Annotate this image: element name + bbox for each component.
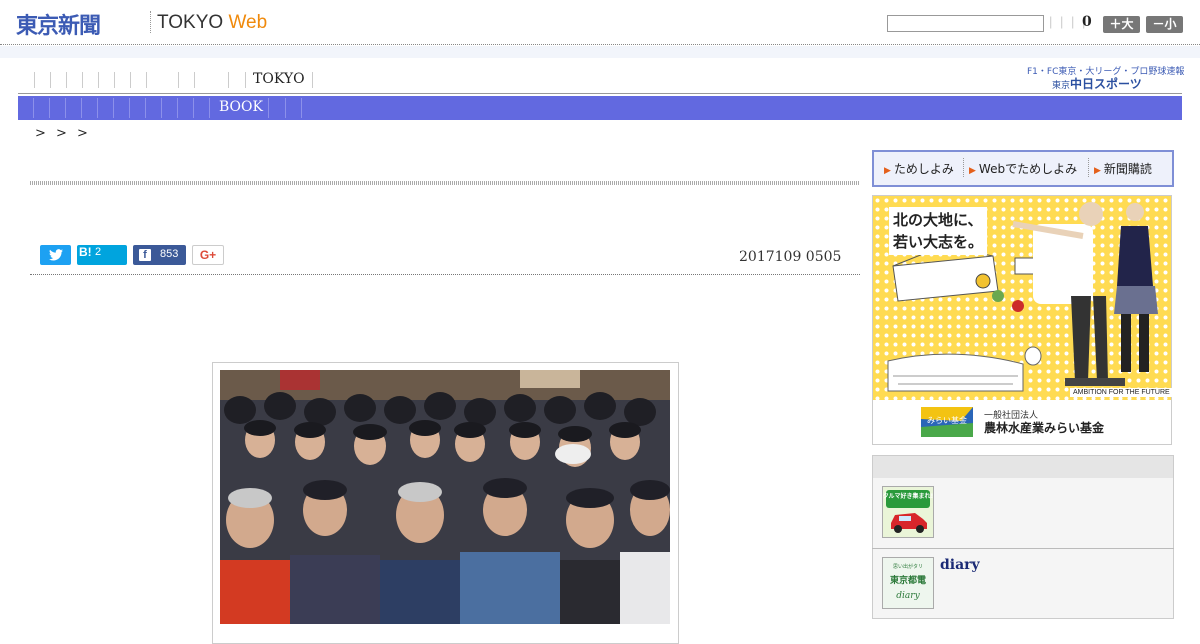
car-blog-thumbnail[interactable]: クルマ好き集まれ! [882,486,934,538]
nav-secondary-item[interactable] [113,98,114,118]
twitter-share-button[interactable] [40,245,71,265]
diary-link[interactable]: diary [940,557,980,573]
facebook-count: 853 [160,248,179,260]
logo-divider [150,11,151,33]
hatena-bookmark-button[interactable]: B! 2 [77,245,127,265]
ad-tagline: AMBITION FOR THE FUTURE [1070,388,1173,397]
nav-primary-item[interactable] [178,72,179,88]
diary-icon: 思い出がタリ 東京都電 diary [883,558,933,608]
font-size-decrease-button[interactable]: －小 [1146,16,1183,33]
mirai-fund-badge-text: みらい基金 [927,415,967,425]
nav-primary-item[interactable] [312,72,313,88]
triangle-right-icon: ▶ [969,166,976,176]
nav-secondary-item[interactable] [193,98,194,118]
triangle-right-icon: ▶ [884,166,891,176]
diary-thumb-bottom: diary [896,591,920,601]
car-thumb-text: クルマ好き集まれ! [883,492,933,500]
nav-secondary-item[interactable] [97,98,98,118]
facebook-share-button[interactable]: f 853 [133,245,186,265]
diary-thumb-top: 思い出がタリ [893,563,923,570]
logo-web-text: Web [228,12,268,33]
nav-primary-item[interactable] [228,72,229,88]
nav-secondary-item[interactable] [129,98,130,118]
header-band [0,46,1200,58]
nav-secondary-item[interactable] [209,98,210,118]
trial-divider [1088,158,1089,177]
nav-secondary-item[interactable] [65,98,66,118]
nav-secondary-item[interactable] [81,98,82,118]
ad-headline-line1: 北の大地に、 [893,211,983,229]
nav-primary-item[interactable] [245,72,246,88]
font-size-increase-button[interactable]: ＋大 [1103,16,1140,33]
chunichi-sports-logo[interactable]: 東京中日スポーツ [1052,75,1142,92]
nav-secondary-item[interactable] [161,98,162,118]
promo-logo-small: 東京 [1052,81,1071,91]
logo-tokyo-text: TOKYO [157,12,224,33]
article-divider [30,274,860,275]
trial-read-link[interactable]: ▶ ためしよみ [884,160,954,177]
list-divider [872,548,1174,549]
mirai-fund-logo-icon: みらい基金 [921,407,973,437]
nav-primary-item[interactable] [50,72,51,88]
crowd-photo-image [220,370,670,624]
article-header-rule [30,181,860,185]
trial-divider [963,158,964,177]
nav-secondary-item[interactable] [268,98,269,118]
article-photo-crowd[interactable] [220,370,670,624]
nav-secondary-item[interactable] [33,98,34,118]
promo-logo-main: 中日スポーツ [1070,77,1142,91]
nav-secondary-book[interactable]: BOOK [219,99,263,115]
sidebar-box-header [872,455,1174,479]
triangle-right-icon: ▶ [1094,166,1101,176]
header-divider [0,44,1200,45]
subscribe-label: 新聞購読 [1103,162,1152,176]
nav-secondary-item[interactable] [49,98,50,118]
nav-primary-item[interactable] [194,72,195,88]
hatena-count: 2 [95,246,102,258]
subscribe-link[interactable]: ▶ 新聞購読 [1094,160,1152,177]
diary-thumb-mid: 東京都電 [890,574,926,586]
ad-headline: 北の大地に、 若い大志を。 [889,207,988,255]
nav-secondary-item[interactable] [285,98,286,118]
site-logo-tokyo-shimbun[interactable]: 東京新聞 [16,8,101,40]
site-logo-tokyo-web[interactable]: TOKYO Web [157,12,267,34]
nav-secondary-item[interactable] [177,98,178,118]
nav-primary-item[interactable] [98,72,99,88]
nav-secondary-item[interactable] [301,98,302,118]
twitter-bird-icon [48,249,63,261]
facebook-icon: f [139,249,151,261]
ad-org-name: 農林水産業みらい基金 [984,421,1105,435]
nav-secondary-item[interactable] [145,98,146,118]
header-count: 0 [1082,14,1092,30]
search-input[interactable] [887,15,1044,32]
hatena-icon: B! [79,245,92,259]
nav-primary-tokyo[interactable]: TOKYO [253,71,305,87]
google-plus-share-button[interactable]: G+ [192,245,224,265]
nav-primary-divider [18,93,1182,94]
trial-read-label: ためしよみ [893,162,954,176]
toden-diary-thumbnail[interactable]: 思い出がタリ 東京都電 diary [882,557,934,609]
nav-primary-item[interactable] [130,72,131,88]
breadcrumb[interactable]: > > > [35,126,91,141]
nav-primary-item[interactable] [146,72,147,88]
web-trial-read-label: Webでためしよみ [978,162,1078,176]
nav-primary-item[interactable] [114,72,115,88]
ad-headline-line2: 若い大志を。 [893,233,984,251]
nav-primary-item[interactable] [82,72,83,88]
nav-primary-item[interactable] [66,72,67,88]
web-trial-read-link[interactable]: ▶ Webでためしよみ [969,160,1077,177]
car-icon: クルマ好き集まれ! [883,487,933,537]
nav-primary-item[interactable] [34,72,35,88]
article-date: 2017109 0505 [739,249,842,265]
